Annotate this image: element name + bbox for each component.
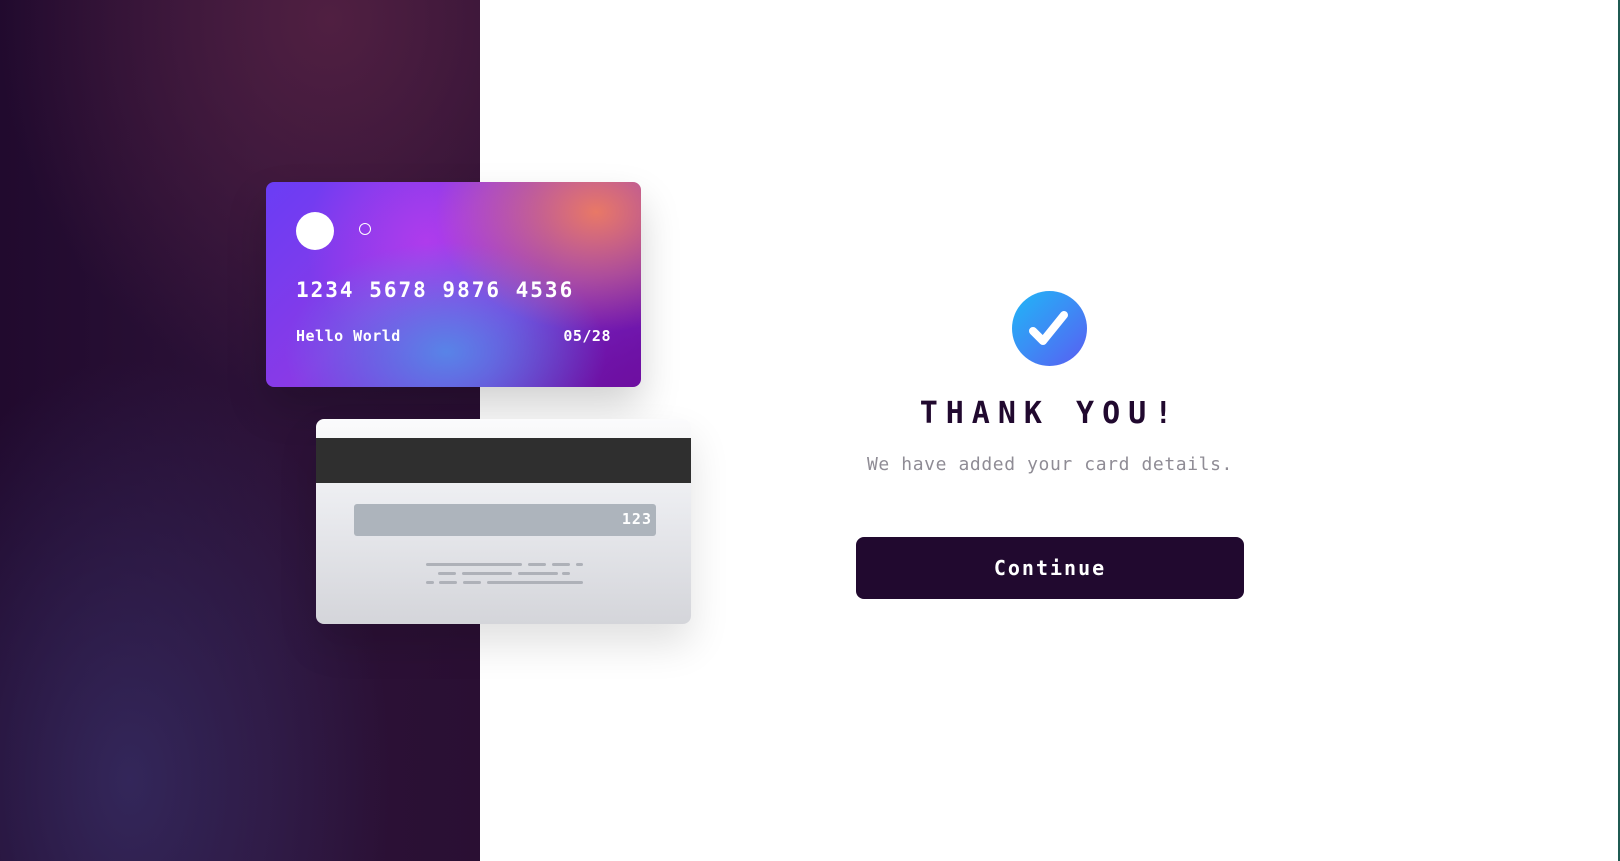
card-back: 123 — [316, 419, 691, 624]
card-expiry: 05/28 — [563, 327, 611, 345]
card-back-fine-print-line — [562, 572, 570, 575]
card-logo-outline-circle — [359, 223, 371, 235]
success-badge — [1012, 291, 1087, 366]
card-logo-circle — [296, 212, 334, 250]
card-back-fine-print-line — [463, 581, 481, 584]
cardholder-name: Hello World — [296, 327, 401, 345]
card-back-fine-print-line — [439, 581, 457, 584]
card-front: 1234 5678 9876 4536 Hello World 05/28 — [266, 182, 641, 387]
card-back-fine-print-line — [426, 563, 522, 566]
card-cvc: 123 — [621, 510, 652, 528]
page: 1234 5678 9876 4536 Hello World 05/28 12… — [0, 0, 1620, 861]
card-back-fine-print-line — [462, 572, 512, 575]
magnetic-stripe — [316, 438, 691, 483]
card-back-fine-print-line — [552, 563, 570, 566]
confirmation-message: We have added your card details. — [867, 454, 1233, 475]
thank-you-heading: THANK YOU! — [919, 396, 1181, 431]
signature-strip: 123 — [354, 504, 656, 536]
card-number: 1234 5678 9876 4536 — [296, 278, 575, 302]
check-icon — [1029, 311, 1068, 345]
card-back-fine-print-line — [426, 581, 434, 584]
card-back-fine-print-line — [528, 563, 546, 566]
card-back-fine-print-line — [487, 581, 583, 584]
card-back-fine-print-line — [438, 572, 456, 575]
continue-button[interactable]: Continue — [856, 537, 1244, 599]
card-back-fine-print-line — [518, 572, 558, 575]
card-back-fine-print-line — [576, 563, 583, 566]
